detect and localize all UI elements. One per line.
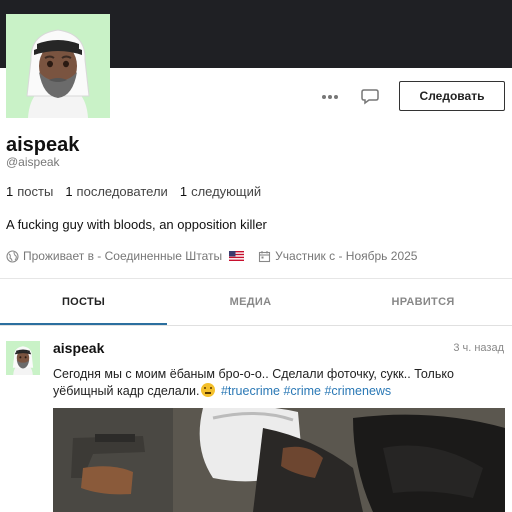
avatar-memoji-icon [26,29,90,118]
profile-name: aispeak [6,134,80,156]
hashtag-link[interactable]: #crimenews [324,384,391,398]
tab-likes[interactable]: НРАВИТСЯ [334,279,512,325]
post-image[interactable] [53,408,505,512]
us-flag-icon [229,251,245,261]
tab-posts[interactable]: ПОСТЫ [0,279,167,325]
location-text: Проживает в - Соединенные Штаты [23,249,223,263]
profile-meta: Проживает в - Соединенные Штаты Участник… [6,249,417,263]
stat-following[interactable]: 1 следующий [180,184,261,199]
profile-handle: @aispeak [6,155,60,169]
hashtag-link[interactable]: #crime [283,384,321,398]
hashtag-link[interactable]: #truecrime [221,384,280,398]
post-timestamp[interactable]: 3 ч. назад [453,342,504,354]
profile-tabs: ПОСТЫ МЕДИА НРАВИТСЯ [0,279,512,325]
globe-icon [6,249,19,263]
profile-avatar[interactable] [6,14,110,118]
neutral-face-emoji-icon [201,383,216,397]
divider [0,325,512,326]
post-body: Сегодня мы с моим ёбаным бро-о-о.. Сдела… [53,366,505,400]
post-photo [53,408,505,512]
follow-button[interactable]: Следовать [399,81,505,111]
avatar-memoji-icon [12,346,34,375]
calendar-icon [259,250,271,262]
profile-stats: 1 посты 1 последователи 1 следующий [6,184,261,199]
post-author[interactable]: aispeak [53,340,104,356]
joined-text: Участник с - Ноябрь 2025 [275,249,418,263]
tab-media[interactable]: МЕДИА [167,279,334,325]
stat-posts[interactable]: 1 посты [6,184,53,199]
profile-bio: A fucking guy with bloods, an opposition… [6,217,267,232]
chat-bubble-icon[interactable] [359,86,381,108]
post-avatar[interactable] [6,341,40,375]
more-icon[interactable] [319,86,341,108]
stat-followers[interactable]: 1 последователи [65,184,168,199]
